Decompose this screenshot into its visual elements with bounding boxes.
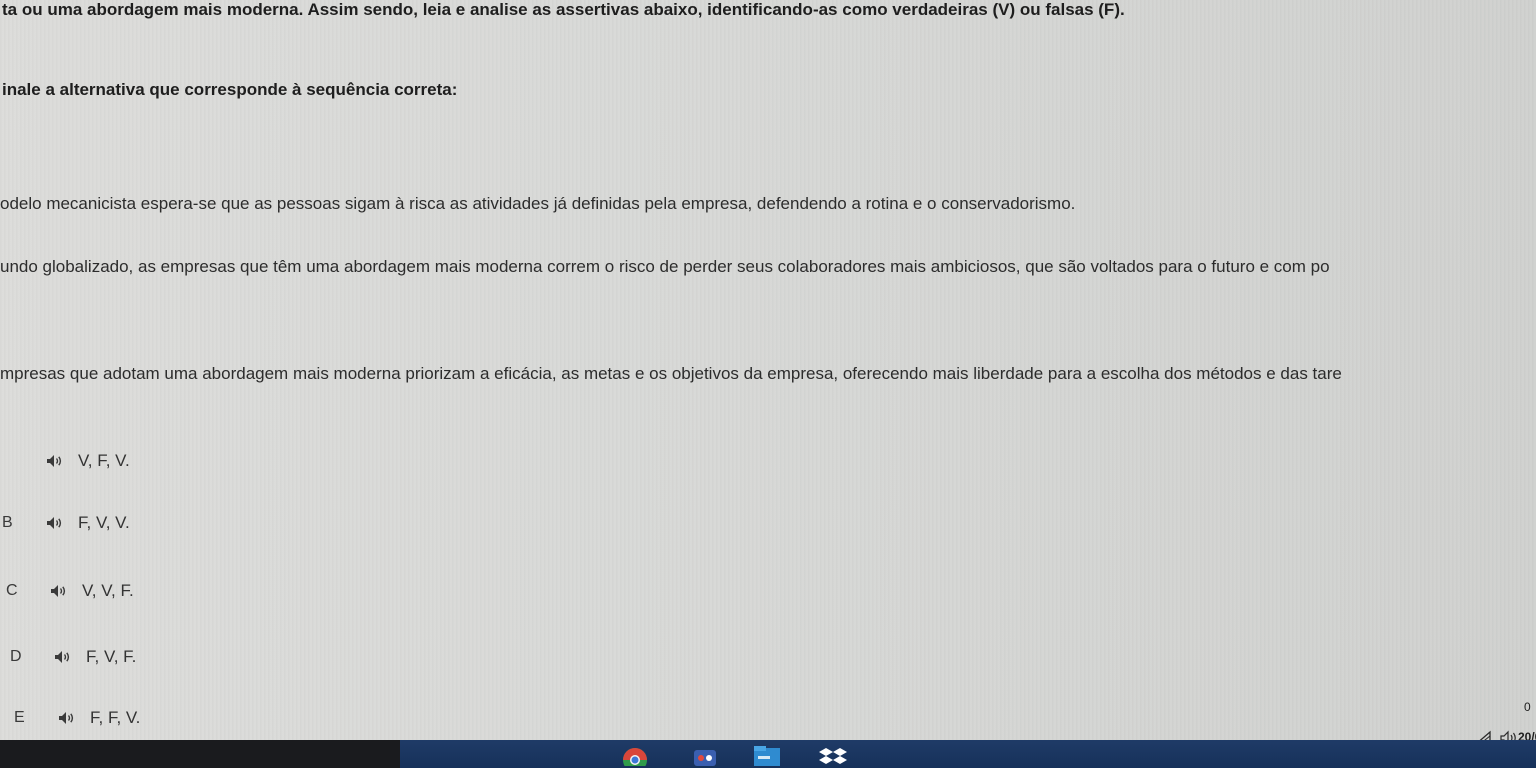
assertion-1: odelo mecanicista espera-se que as pesso… bbox=[0, 194, 1076, 213]
option-b[interactable]: B F, V, V. bbox=[2, 513, 130, 533]
chrome-icon[interactable] bbox=[620, 744, 650, 766]
option-answer: F, V, V. bbox=[78, 513, 130, 532]
option-answer: V, F, V. bbox=[78, 451, 130, 470]
quiz-screen: ta ou uma abordagem mais moderna. Assim … bbox=[0, 0, 1536, 768]
option-answer: F, V, F. bbox=[86, 647, 137, 666]
option-d[interactable]: D F, V, F. bbox=[10, 647, 136, 667]
tray-time[interactable]: 0 bbox=[1524, 700, 1531, 714]
taskbar bbox=[0, 740, 1536, 768]
option-letter: D bbox=[10, 648, 22, 665]
speaker-icon[interactable] bbox=[46, 516, 64, 530]
question-instruction: inale a alternativa que corresponde à se… bbox=[2, 80, 458, 99]
speaker-icon[interactable] bbox=[50, 584, 68, 598]
option-letter: B bbox=[2, 514, 13, 531]
option-answer: F, F, V. bbox=[90, 708, 141, 727]
speaker-icon[interactable] bbox=[58, 711, 76, 725]
dropbox-icon[interactable] bbox=[818, 744, 848, 766]
option-letter: E bbox=[14, 709, 25, 726]
option-c[interactable]: C V, V, F. bbox=[6, 581, 134, 601]
folder-icon[interactable] bbox=[752, 744, 782, 766]
question-intro: ta ou uma abordagem mais moderna. Assim … bbox=[2, 0, 1125, 19]
option-e[interactable]: E F, F, V. bbox=[14, 708, 140, 728]
option-answer: V, V, F. bbox=[82, 581, 134, 600]
option-letter: C bbox=[6, 582, 18, 599]
assertion-3: mpresas que adotam uma abordagem mais mo… bbox=[0, 364, 1342, 383]
taskbar-left-area bbox=[0, 740, 400, 768]
assertion-2: undo globalizado, as empresas que têm um… bbox=[0, 257, 1330, 276]
option-a[interactable]: V, F, V. bbox=[2, 451, 130, 471]
app-icon[interactable] bbox=[690, 744, 720, 766]
speaker-icon[interactable] bbox=[46, 454, 64, 468]
speaker-icon[interactable] bbox=[54, 650, 72, 664]
